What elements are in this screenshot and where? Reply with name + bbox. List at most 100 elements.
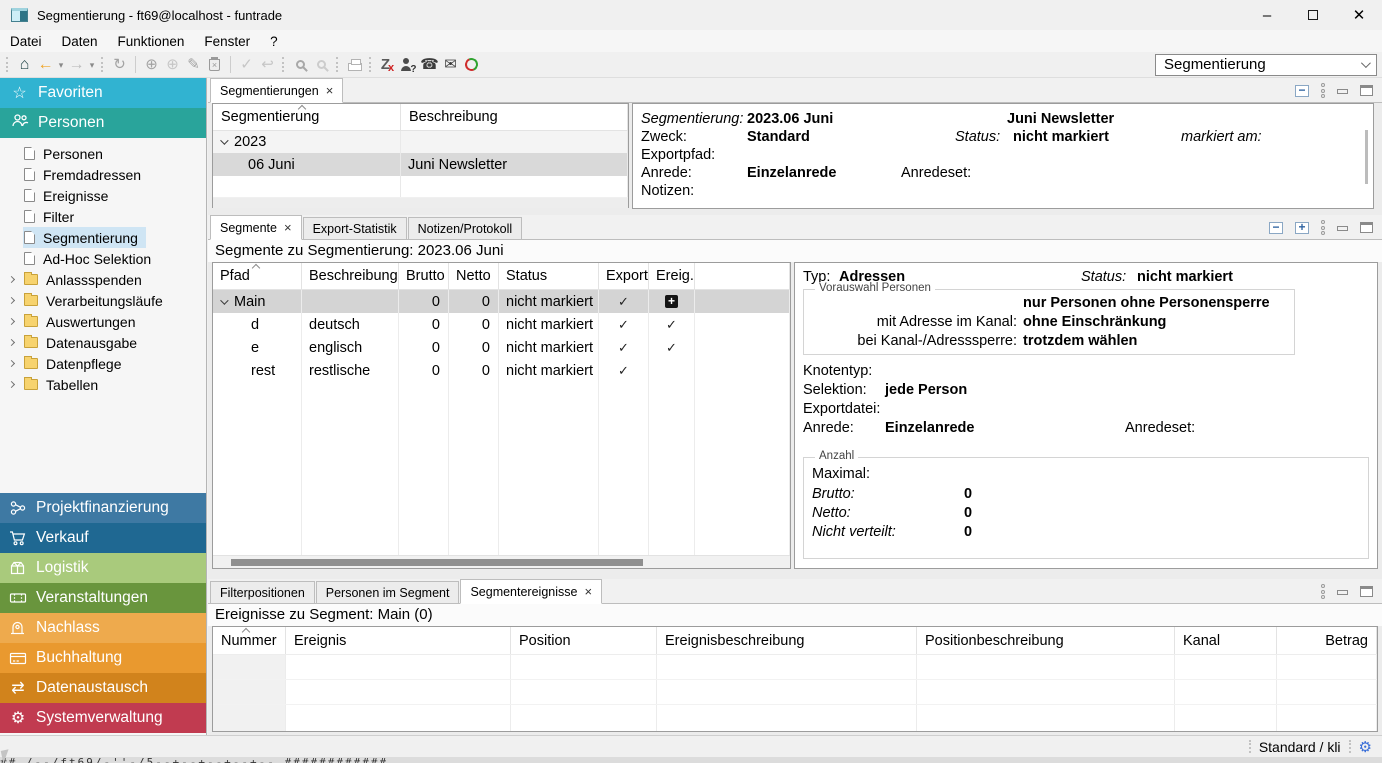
- undo-icon[interactable]: ↩: [257, 53, 278, 77]
- menu-daten[interactable]: Daten: [52, 34, 108, 49]
- module-buchhaltung[interactable]: Buchhaltung: [0, 643, 206, 673]
- segment-row-d[interactable]: d deutsch 0 0 nicht markiert ✓ ✓: [213, 313, 790, 336]
- segment-row-e[interactable]: e englisch 0 0 nicht markiert ✓ ✓: [213, 336, 790, 359]
- tree-item-adhoc-selektion[interactable]: Ad-Hoc Selektion: [0, 248, 206, 269]
- minimize-panel-icon[interactable]: [1337, 590, 1348, 595]
- table-row-2023[interactable]: 2023: [213, 131, 628, 153]
- expand-panel-icon[interactable]: +: [1295, 222, 1309, 234]
- module-verkauf[interactable]: Verkauf: [0, 523, 206, 553]
- search-icon[interactable]: [290, 53, 311, 77]
- print-icon[interactable]: [344, 53, 365, 77]
- collapse-panel-icon[interactable]: −: [1269, 222, 1283, 234]
- tab-segmentereignisse[interactable]: Segmentereignisse ×: [460, 579, 602, 604]
- maximize-panel-icon[interactable]: [1360, 586, 1373, 597]
- sidebar-section-favoriten[interactable]: ☆ Favoriten: [0, 78, 206, 108]
- vertical-scrollbar[interactable]: [1365, 130, 1368, 184]
- mail-contact-icon[interactable]: ✉: [440, 53, 461, 77]
- panel-menu-icon[interactable]: [1321, 83, 1325, 98]
- column-header-netto[interactable]: Netto: [449, 263, 499, 289]
- forward-history-dropdown-icon[interactable]: ▾: [87, 53, 97, 77]
- chevron-right-icon[interactable]: [8, 297, 15, 304]
- expander-down-icon[interactable]: [220, 136, 228, 144]
- toolbar-drag-handle[interactable]: [6, 57, 10, 72]
- column-header-beschreibung[interactable]: Beschreibung: [401, 104, 628, 130]
- menu-fenster[interactable]: Fenster: [194, 34, 260, 49]
- tree-item-verarbeitungslaeufe[interactable]: Verarbeitungsläufe: [0, 290, 206, 311]
- close-tab-icon[interactable]: ×: [284, 220, 292, 235]
- minimize-panel-icon[interactable]: [1337, 226, 1348, 231]
- maximize-panel-icon[interactable]: [1360, 222, 1373, 233]
- edit-icon[interactable]: ✎: [183, 53, 204, 77]
- module-nachlass[interactable]: Nachlass: [0, 613, 206, 643]
- column-header-beschreibung[interactable]: Beschreibung: [302, 263, 399, 289]
- home-icon[interactable]: ⌂: [14, 53, 35, 77]
- column-header-positionbeschreibung[interactable]: Positionbeschreibung: [917, 627, 1175, 654]
- chevron-right-icon[interactable]: [8, 276, 15, 283]
- menu-datei[interactable]: Datei: [0, 34, 52, 49]
- column-header-kanal[interactable]: Kanal: [1175, 627, 1277, 654]
- sync-icon[interactable]: [461, 53, 482, 77]
- scrollbar-thumb[interactable]: [231, 559, 643, 566]
- tree-item-anlassspenden[interactable]: Anlassspenden: [0, 269, 206, 290]
- tree-item-ereignisse[interactable]: Ereignisse: [0, 185, 206, 206]
- column-header-pfad[interactable]: Pfad: [213, 263, 302, 289]
- add-icon[interactable]: ⊕: [141, 53, 162, 77]
- close-tab-icon[interactable]: ×: [584, 584, 592, 599]
- panel-menu-icon[interactable]: [1321, 584, 1325, 599]
- chevron-right-icon[interactable]: [8, 318, 15, 325]
- tab-notizen-protokoll[interactable]: Notizen/Protokoll: [408, 217, 523, 239]
- column-header-status[interactable]: Status: [499, 263, 599, 289]
- module-datenaustausch[interactable]: ⇄ Datenaustausch: [0, 673, 206, 703]
- tree-item-segmentierung[interactable]: Segmentierung: [0, 227, 206, 248]
- expander-down-icon[interactable]: [220, 296, 228, 304]
- back-history-dropdown-icon[interactable]: ▾: [56, 53, 66, 77]
- chevron-right-icon[interactable]: [8, 381, 15, 388]
- close-window-icon[interactable]: ✕: [1336, 0, 1382, 30]
- segment-row-rest[interactable]: rest restlische 0 0 nicht markiert ✓: [213, 359, 790, 382]
- tree-item-fremdadressen[interactable]: Fremdadressen: [0, 164, 206, 185]
- tab-segmentierungen[interactable]: Segmentierungen ×: [210, 78, 343, 103]
- reload-icon[interactable]: ↻: [109, 53, 130, 77]
- settings-gear-icon[interactable]: ⚙: [1359, 738, 1372, 756]
- tree-item-filter[interactable]: Filter: [0, 206, 206, 227]
- maximize-panel-icon[interactable]: [1360, 85, 1373, 96]
- segment-row-main[interactable]: Main 0 0 nicht markiert ✓ +: [213, 290, 790, 313]
- context-selector[interactable]: Segmentierung: [1155, 54, 1377, 76]
- minimize-window-icon[interactable]: –: [1244, 0, 1290, 30]
- panel-menu-icon[interactable]: [1321, 220, 1325, 235]
- close-tab-icon[interactable]: ×: [326, 83, 334, 98]
- column-header-segmentierung[interactable]: Segmentierung: [213, 104, 401, 130]
- remove-sort-icon[interactable]: Zx: [377, 53, 398, 77]
- column-header-ereignis[interactable]: Ereignis: [286, 627, 511, 654]
- search-secondary-icon[interactable]: [311, 53, 332, 77]
- add-copy-icon[interactable]: ⊕: [162, 53, 183, 77]
- module-veranstaltungen[interactable]: Veranstaltungen: [0, 583, 206, 613]
- tab-segmente[interactable]: Segmente ×: [210, 215, 302, 240]
- forward-icon[interactable]: →: [66, 53, 87, 77]
- tab-filterpositionen[interactable]: Filterpositionen: [210, 581, 315, 603]
- phone-contact-icon[interactable]: ☎: [419, 53, 440, 77]
- column-header-brutto[interactable]: Brutto: [399, 263, 449, 289]
- column-header-ereig[interactable]: Ereig.: [649, 263, 695, 289]
- column-header-export[interactable]: Export: [599, 263, 649, 289]
- minimize-panel-icon[interactable]: [1337, 89, 1348, 94]
- back-icon[interactable]: ←: [35, 53, 56, 77]
- tree-item-personen[interactable]: Personen: [0, 143, 206, 164]
- sidebar-section-personen[interactable]: Personen: [0, 108, 206, 138]
- module-logistik[interactable]: Logistik: [0, 553, 206, 583]
- column-header-ereignisbeschreibung[interactable]: Ereignisbeschreibung: [657, 627, 917, 654]
- person-search-icon[interactable]: ?: [398, 53, 419, 77]
- collapse-panel-icon[interactable]: −: [1295, 85, 1309, 97]
- chevron-right-icon[interactable]: [8, 360, 15, 367]
- column-header-betrag[interactable]: Betrag: [1277, 627, 1377, 654]
- table-scroll-track[interactable]: [213, 198, 628, 208]
- plus-badge-icon[interactable]: +: [665, 295, 678, 308]
- delete-icon[interactable]: ×: [204, 53, 225, 77]
- table-row-06-juni[interactable]: 06 Juni Juni Newsletter: [213, 153, 628, 176]
- menu-hilfe[interactable]: ?: [260, 34, 288, 49]
- tab-personen-im-segment[interactable]: Personen im Segment: [316, 581, 460, 603]
- tree-item-tabellen[interactable]: Tabellen: [0, 374, 206, 395]
- column-header-position[interactable]: Position: [511, 627, 657, 654]
- chevron-right-icon[interactable]: [8, 339, 15, 346]
- column-header-nummer[interactable]: Nummer: [213, 627, 286, 654]
